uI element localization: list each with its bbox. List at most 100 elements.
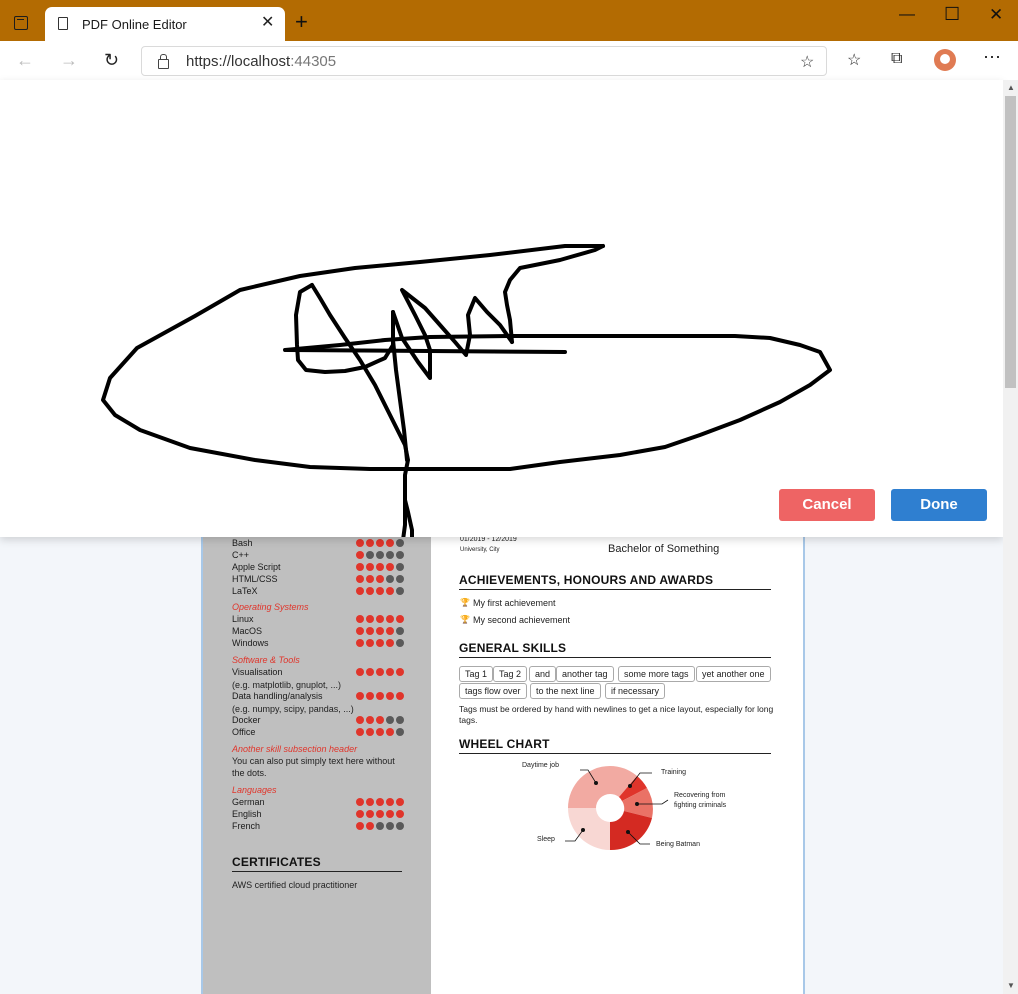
collections-icon[interactable]: ⧉: [891, 50, 902, 68]
add-favorite-icon[interactable]: ☆: [800, 52, 814, 72]
wheel-title: WHEEL CHART: [459, 737, 550, 751]
skill-dot-filled: [366, 587, 374, 595]
skill-dot-filled: [396, 615, 404, 623]
skill-dot-filled: [356, 798, 364, 806]
refresh-icon[interactable]: ↻: [104, 50, 119, 71]
skill-dot-empty: [396, 639, 404, 647]
profile-avatar[interactable]: [934, 49, 956, 71]
skill-note: (e.g. matplotlib, gnuplot, ...): [232, 680, 342, 690]
trophy-icon: 🏆: [460, 615, 470, 624]
close-tab-icon[interactable]: ✕: [261, 15, 274, 31]
skill-dot-filled: [376, 627, 384, 635]
new-tab-icon[interactable]: +: [295, 11, 308, 33]
section-divider: [232, 871, 402, 872]
wheel-label-batman: Being Batman: [656, 841, 700, 848]
skill-dot-filled: [366, 639, 374, 647]
skill-dots: [356, 551, 404, 559]
back-icon[interactable]: ←: [16, 50, 34, 71]
signature-modal: Cancel Done: [0, 80, 1003, 537]
skill-dot-empty: [376, 551, 384, 559]
skill-row: MacOS: [232, 626, 404, 638]
skill-dot-filled: [356, 692, 364, 700]
signature-pad[interactable]: [0, 80, 1003, 537]
skill-dot-filled: [376, 692, 384, 700]
lock-icon[interactable]: [158, 54, 169, 69]
page-scrollbar[interactable]: ▲ ▼: [1003, 80, 1018, 994]
window-close-icon[interactable]: ✕: [989, 5, 1003, 25]
skill-tag: and: [529, 666, 557, 682]
skill-dot-filled: [376, 668, 384, 676]
skill-dot-filled: [386, 587, 394, 595]
section-divider: [459, 657, 771, 658]
scroll-thumb[interactable]: [1005, 96, 1016, 388]
browser-toolbar: ← → ↻ https://localhost:44305 ☆ ☆ ⧉ ⋯: [0, 41, 1018, 81]
tab-actions-icon[interactable]: [14, 16, 28, 30]
skill-note: (e.g. numpy, scipy, pandas, ...): [232, 704, 354, 714]
skill-dot-filled: [356, 575, 364, 583]
more-menu-icon[interactable]: ⋯: [983, 47, 1001, 68]
skill-dot-empty: [396, 551, 404, 559]
skill-dots: [356, 627, 404, 635]
skill-dot-filled: [386, 627, 394, 635]
skill-row: French: [232, 821, 404, 833]
skill-dot-filled: [386, 615, 394, 623]
forward-icon[interactable]: →: [60, 50, 78, 71]
skill-dot-filled: [386, 692, 394, 700]
skill-row: Office: [232, 727, 404, 739]
skill-dots: [356, 563, 404, 571]
skill-label: Office: [232, 727, 256, 737]
skill-dot-empty: [396, 716, 404, 724]
languages-subheader: Languages: [232, 785, 277, 795]
skill-row: Apple Script: [232, 562, 404, 574]
trophy-icon: 🏆: [460, 598, 470, 607]
tools-subheader: Software & Tools: [232, 655, 300, 665]
achievement-item: My second achievement: [473, 615, 571, 625]
skill-dots: [356, 615, 404, 623]
skill-dot-filled: [366, 615, 374, 623]
skill-dot-filled: [366, 575, 374, 583]
browser-tab[interactable]: PDF Online Editor ✕: [45, 7, 285, 41]
skill-dot-filled: [356, 539, 364, 547]
skill-label: HTML/CSS: [232, 574, 278, 584]
skill-tag: tags flow over: [459, 683, 527, 699]
skill-dot-filled: [386, 668, 394, 676]
skill-label: Apple Script: [232, 562, 281, 572]
skill-dot-filled: [376, 539, 384, 547]
address-field[interactable]: https://localhost:44305 ☆: [141, 46, 827, 76]
skill-dot-filled: [376, 728, 384, 736]
skill-dots: [356, 575, 404, 583]
skill-dot-empty: [396, 539, 404, 547]
cancel-button[interactable]: Cancel: [779, 489, 875, 521]
scroll-up-icon[interactable]: ▲: [1007, 83, 1015, 92]
skill-dots: [356, 822, 404, 830]
skill-dots: [356, 798, 404, 806]
minimize-icon[interactable]: —: [899, 6, 915, 24]
favorites-icon[interactable]: ☆: [847, 50, 861, 70]
skill-label: German: [232, 797, 265, 807]
edu-dates: 01/2019 - 12/2019: [460, 536, 517, 543]
skill-row: Data handling/analysis: [232, 691, 404, 703]
skill-label: English: [232, 809, 262, 819]
tab-title: PDF Online Editor: [82, 17, 187, 32]
skill-label: Data handling/analysis: [232, 691, 323, 701]
skills-title: GENERAL SKILLS: [459, 641, 567, 655]
certificates-title: CERTIFICATES: [232, 855, 321, 869]
section-divider: [459, 589, 771, 590]
skill-dots: [356, 692, 404, 700]
skill-dot-filled: [356, 563, 364, 571]
done-button[interactable]: Done: [891, 489, 987, 521]
maximize-icon[interactable]: ☐: [944, 4, 960, 25]
skill-dot-filled: [396, 668, 404, 676]
skill-dot-filled: [356, 639, 364, 647]
scroll-down-icon[interactable]: ▼: [1007, 981, 1015, 990]
skill-dot-empty: [386, 822, 394, 830]
skill-dot-empty: [386, 551, 394, 559]
skill-dot-filled: [356, 587, 364, 595]
skill-row: German: [232, 797, 404, 809]
skill-tag: some more tags: [618, 666, 695, 682]
url-text: https://localhost:44305: [186, 53, 337, 70]
skill-tag: yet another one: [696, 666, 771, 682]
skill-dot-filled: [376, 810, 384, 818]
skill-dots: [356, 728, 404, 736]
skill-dot-filled: [366, 716, 374, 724]
